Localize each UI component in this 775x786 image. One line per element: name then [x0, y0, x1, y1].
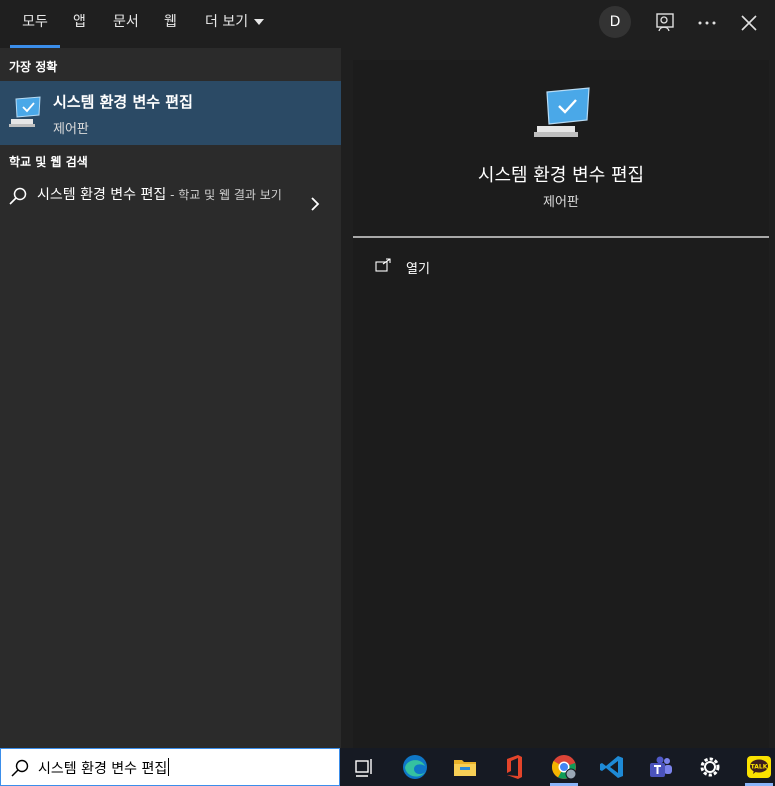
tab-web[interactable]: 웹 — [164, 0, 177, 48]
web-result-text: 시스템 환경 변수 편집 - 학교 및 웹 결과 보기 — [37, 185, 292, 206]
open-label: 열기 — [406, 262, 430, 277]
settings-icon[interactable] — [696, 753, 724, 781]
tab-documents[interactable]: 문서 — [113, 0, 139, 48]
feedback-icon[interactable] — [651, 9, 679, 37]
close-icon[interactable] — [735, 9, 763, 37]
tab-more-dropdown[interactable]: 더 보기 — [205, 0, 265, 48]
tab-more-label: 더 보기 — [205, 14, 249, 30]
text-cursor — [168, 758, 170, 776]
best-match-title: 시스템 환경 변수 편집 — [53, 93, 193, 111]
preview-subtitle: 제어판 — [543, 195, 579, 210]
kakaotalk-label: TALK — [751, 764, 768, 771]
task-view-icon[interactable] — [350, 753, 378, 781]
open-action[interactable]: 열기 — [373, 255, 573, 279]
search-scope-bar: 모두 앱 문서 웹 더 보기 D — [0, 0, 775, 48]
best-match-subtitle: 제어판 — [53, 122, 89, 137]
preview-panel: 시스템 환경 변수 편집 제어판 열기 — [353, 60, 769, 748]
open-icon — [375, 258, 391, 272]
preview-title: 시스템 환경 변수 편집 — [477, 165, 645, 186]
file-explorer-icon[interactable] — [451, 753, 479, 781]
caret-down-icon — [254, 19, 265, 25]
vscode-icon[interactable] — [598, 753, 626, 781]
best-match-heading: 가장 정확 — [9, 60, 58, 74]
divider — [353, 236, 769, 238]
more-options-icon[interactable] — [693, 9, 721, 37]
teams-icon[interactable] — [647, 753, 675, 781]
search-icon — [11, 759, 29, 777]
search-query-text: 시스템 환경 변수 편집 — [38, 761, 168, 777]
tab-apps[interactable]: 앱 — [73, 0, 86, 48]
web-search-result[interactable]: 시스템 환경 변수 편집 - 학교 및 웹 결과 보기 — [0, 178, 341, 232]
tab-all[interactable]: 모두 — [10, 0, 60, 48]
system-monitor-icon — [534, 87, 590, 137]
kakaotalk-icon[interactable]: TALK — [745, 753, 773, 781]
best-match-result[interactable]: 시스템 환경 변수 편집 제어판 — [0, 81, 341, 145]
search-query: 시스템 환경 변수 편집 — [38, 758, 170, 778]
system-monitor-icon — [9, 96, 41, 127]
web-search-heading: 학교 및 웹 검색 — [9, 155, 88, 169]
web-result-suffix: - 학교 및 웹 결과 보기 — [166, 188, 282, 202]
results-panel: 가장 정확 시스템 환경 변수 편집 제어판 학교 및 웹 검색 시스템 환경 … — [0, 48, 341, 748]
search-icon — [9, 187, 27, 205]
search-input[interactable]: 시스템 환경 변수 편집 — [0, 748, 340, 786]
chevron-right-icon[interactable] — [309, 196, 321, 212]
taskbar: 시스템 환경 변수 편집 TALK — [0, 748, 775, 786]
edge-icon[interactable] — [401, 753, 429, 781]
account-avatar[interactable]: D — [599, 6, 631, 38]
web-result-query: 시스템 환경 변수 편집 — [37, 187, 167, 203]
office-icon[interactable] — [500, 753, 528, 781]
chrome-icon[interactable] — [550, 753, 578, 781]
